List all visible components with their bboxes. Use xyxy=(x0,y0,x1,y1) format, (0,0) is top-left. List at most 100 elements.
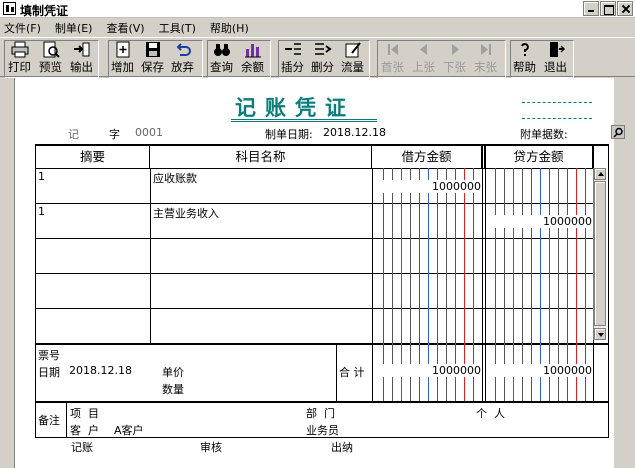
scroll-up-button[interactable] xyxy=(594,168,606,180)
voucher-date[interactable]: 2018.12.18 xyxy=(323,126,386,139)
first-voucher-button[interactable]: 首张 xyxy=(381,41,404,77)
insert-line-icon xyxy=(284,43,301,55)
total-credit: 1000000 xyxy=(488,364,592,377)
auditor-label: 审核 xyxy=(200,441,222,454)
voucher-no[interactable]: 0001 xyxy=(135,126,163,139)
save-button[interactable]: 保存 xyxy=(141,41,164,77)
delete-line-icon xyxy=(314,43,332,55)
save-label: 保存 xyxy=(141,60,164,74)
total-label: 合 计 xyxy=(339,366,365,379)
row2-account[interactable]: 主营业务收入 xyxy=(153,205,219,221)
row2-credit[interactable]: 1000000 xyxy=(488,215,592,228)
cash-flow-button[interactable]: 流量 xyxy=(341,41,364,77)
preview-label: 预览 xyxy=(39,60,62,74)
bookkeeper-label: 记账 xyxy=(71,441,93,454)
menu-view[interactable]: 查看(V) xyxy=(106,20,144,36)
balance-button[interactable]: 余额 xyxy=(241,41,264,77)
dashed-line-top xyxy=(522,102,592,103)
delete-line-button[interactable]: 删分 xyxy=(311,41,334,77)
previous-voucher-label: 上张 xyxy=(412,60,435,74)
voucher-type[interactable]: 记 xyxy=(68,126,79,142)
attachments-search-button[interactable] xyxy=(611,125,625,139)
dashed-line-bottom xyxy=(522,118,592,119)
help-button[interactable]: 帮助 xyxy=(513,41,536,77)
previous-voucher-button[interactable]: 上张 xyxy=(412,41,435,77)
print-button[interactable]: 打印 xyxy=(8,41,31,77)
menu-tools[interactable]: 工具(T) xyxy=(159,20,196,36)
row2-summary[interactable]: 1 xyxy=(38,205,45,218)
col-separator xyxy=(66,403,67,438)
department-label: 部 门 xyxy=(306,407,335,420)
help-label: 帮助 xyxy=(513,60,536,74)
last-voucher-button[interactable]: 末张 xyxy=(474,41,497,77)
add-label: 增加 xyxy=(111,60,134,74)
export-button[interactable]: 输出 xyxy=(70,41,93,77)
exit-button[interactable]: 退出 xyxy=(544,41,567,77)
close-button[interactable] xyxy=(617,1,633,16)
attachments-label: 附单据数: xyxy=(520,128,568,141)
new-document-icon xyxy=(116,41,129,58)
magnifier-icon xyxy=(613,127,623,138)
cashier-label: 出纳 xyxy=(331,441,353,454)
discard-label: 放弃 xyxy=(171,60,194,74)
printer-icon xyxy=(11,41,28,58)
project-label: 项 目 xyxy=(70,407,99,420)
col-credit-header: 贷方金额 xyxy=(485,146,593,168)
export-label: 输出 xyxy=(70,60,93,74)
scroll-down-button[interactable] xyxy=(594,328,606,340)
menu-file[interactable]: 文件(F) xyxy=(4,20,41,36)
col-separator xyxy=(336,343,337,401)
customer-value[interactable]: A客户 xyxy=(114,422,144,438)
help-icon xyxy=(520,43,529,56)
query-label: 查询 xyxy=(210,60,233,74)
col-separator xyxy=(372,168,373,401)
toolbar: 打印 预览 输出 增加 保存 放弃 查询 余额 插分 删分 流量 首张 上张 下… xyxy=(0,37,635,78)
discard-button[interactable]: 放弃 xyxy=(171,41,194,77)
col-debit-header: 借方金额 xyxy=(372,146,482,168)
row-divider xyxy=(36,308,593,309)
preview-button[interactable]: 预览 xyxy=(39,41,62,77)
maximize-button[interactable] xyxy=(600,1,616,16)
minimize-button[interactable] xyxy=(583,1,599,16)
last-record-icon xyxy=(480,44,491,55)
col-separator xyxy=(482,146,483,401)
person-label: 个 人 xyxy=(476,407,505,420)
menu-help[interactable]: 帮助(H) xyxy=(210,20,249,36)
first-record-icon xyxy=(387,44,398,55)
row1-debit[interactable]: 1000000 xyxy=(376,180,481,193)
next-voucher-label: 下张 xyxy=(443,60,466,74)
ticket-label: 票号 xyxy=(38,349,60,362)
notes-label: 备注 xyxy=(38,414,60,427)
col-separator xyxy=(150,168,151,343)
row1-account[interactable]: 应收账款 xyxy=(153,170,197,186)
title-underline xyxy=(231,119,377,122)
last-voucher-label: 末张 xyxy=(474,60,497,74)
delete-line-label: 删分 xyxy=(311,60,334,74)
next-icon xyxy=(451,44,459,55)
scroll-thumb[interactable] xyxy=(594,181,606,326)
pen-document-icon xyxy=(345,42,361,58)
date-label: 制单日期: xyxy=(265,128,313,141)
voucher-table: 摘要 科目名称 借方金额 贷方金额 1 应收账款 1000000 1 主营业务收… xyxy=(35,144,609,438)
next-voucher-button[interactable]: 下张 xyxy=(443,41,466,77)
total-debit: 1000000 xyxy=(376,364,481,377)
col-account-header: 科目名称 xyxy=(150,146,372,168)
insert-line-button[interactable]: 插分 xyxy=(281,41,304,77)
ticket-date[interactable]: 2018.12.18 xyxy=(69,364,132,377)
voucher-no-label: 字 xyxy=(109,128,120,141)
price-label: 单价 xyxy=(162,366,184,379)
binoculars-icon xyxy=(213,44,230,56)
row1-summary[interactable]: 1 xyxy=(38,170,45,183)
entries-scrollbar[interactable] xyxy=(593,168,606,340)
app-icon xyxy=(3,2,16,15)
title-bar: 填制凭证 xyxy=(0,0,635,18)
salesperson-label: 业务员 xyxy=(306,424,339,437)
add-button[interactable]: 增加 xyxy=(111,41,134,77)
row-divider xyxy=(36,203,593,204)
customer-label: 客 户 xyxy=(70,424,99,437)
col-separator xyxy=(485,146,486,401)
query-button[interactable]: 查询 xyxy=(210,41,233,77)
quantity-label: 数量 xyxy=(162,383,184,396)
preview-icon xyxy=(43,41,60,58)
menu-voucher[interactable]: 制单(E) xyxy=(55,20,93,36)
